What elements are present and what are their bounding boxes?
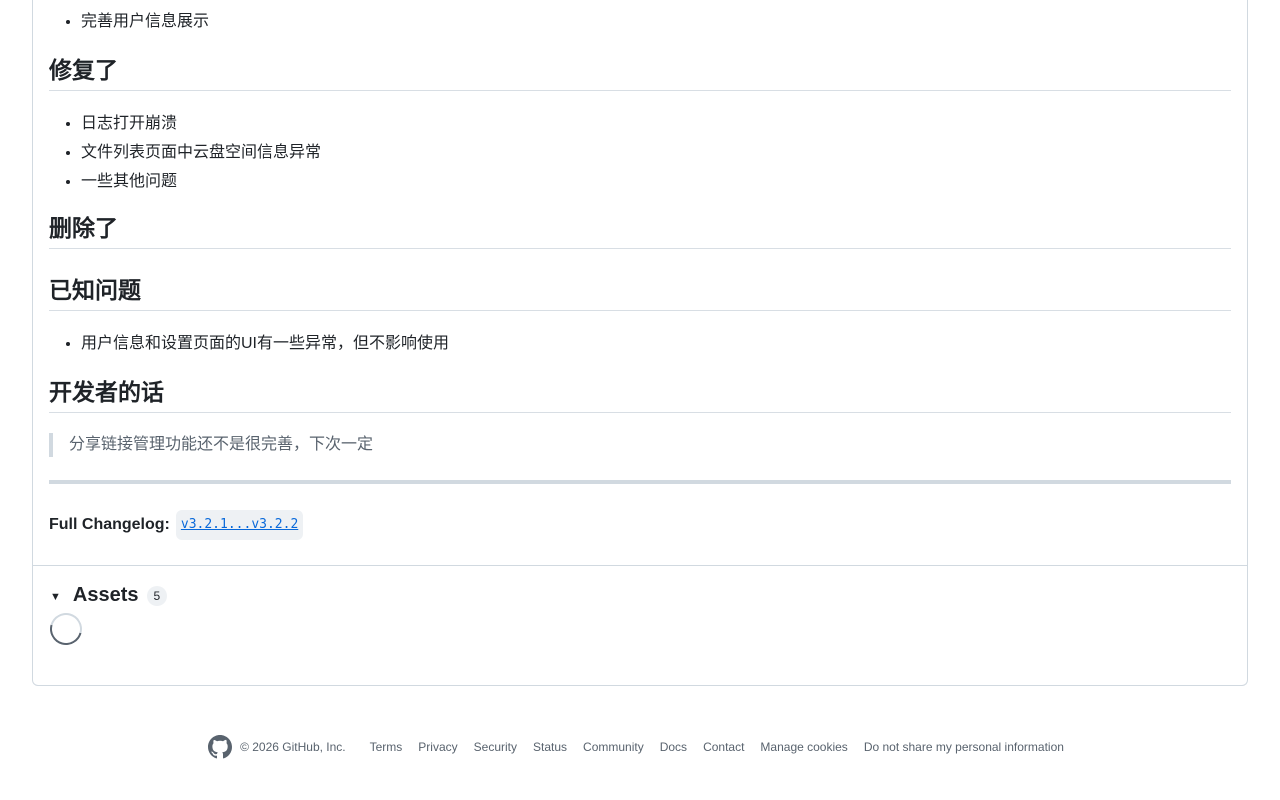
- removed-heading: 删除了: [49, 214, 1231, 249]
- caret-down-icon: ▼: [50, 590, 61, 603]
- changelog-code: v3.2.1...v3.2.2: [175, 510, 304, 540]
- list-item: 用户信息和设置页面的UI有一些异常，但不影响使用: [81, 329, 1231, 358]
- horizontal-rule: [49, 480, 1231, 484]
- footer-link-status[interactable]: Status: [533, 740, 567, 754]
- footer-link-manage-cookies[interactable]: Manage cookies: [760, 740, 847, 754]
- dev-notes-heading: 开发者的话: [49, 378, 1231, 413]
- changelog-compare-link[interactable]: v3.2.1...v3.2.2: [181, 517, 298, 532]
- footer-link-do-not-share[interactable]: Do not share my personal information: [864, 740, 1064, 754]
- assets-count-badge: 5: [146, 585, 168, 606]
- loading-spinner-icon: [44, 607, 88, 651]
- fixed-heading: 修复了: [49, 56, 1231, 91]
- full-changelog: Full Changelog: v3.2.1...v3.2.2: [49, 510, 304, 540]
- fixed-list: 日志打开崩溃 文件列表页面中云盘空间信息异常 一些其他问题: [49, 109, 1231, 196]
- footer-link-contact[interactable]: Contact: [703, 740, 744, 754]
- footer-link-security[interactable]: Security: [474, 740, 517, 754]
- known-issues-list: 用户信息和设置页面的UI有一些异常，但不影响使用: [49, 329, 1231, 358]
- assets-divider: [33, 565, 1247, 566]
- list-item: 日志打开崩溃: [81, 109, 1231, 138]
- changelog-label: Full Changelog:: [49, 516, 170, 533]
- assets-toggle[interactable]: ▼ Assets 5: [50, 584, 168, 607]
- list-item: 文件列表页面中云盘空间信息异常: [81, 138, 1231, 167]
- assets-title: Assets: [72, 584, 139, 606]
- list-item: 完善用户信息展示: [81, 7, 1231, 36]
- release-card: 完善用户信息展示 修复了 日志打开崩溃 文件列表页面中云盘空间信息异常 一些其他…: [32, 0, 1248, 686]
- known-issues-heading: 已知问题: [49, 276, 1231, 311]
- footer-link-docs[interactable]: Docs: [660, 740, 687, 754]
- site-footer: © 2026 GitHub, Inc. Terms Privacy Securi…: [0, 734, 1280, 760]
- footer-link-privacy[interactable]: Privacy: [418, 740, 457, 754]
- footer-link-terms[interactable]: Terms: [370, 740, 403, 754]
- footer-link-community[interactable]: Community: [583, 740, 644, 754]
- footer-copyright: © 2026 GitHub, Inc.: [240, 740, 346, 754]
- list-item: 一些其他问题: [81, 167, 1231, 196]
- github-logo-icon[interactable]: [208, 735, 233, 759]
- dev-notes-quote: 分享链接管理功能还不是很完善，下次一定: [49, 433, 1231, 457]
- feature-list: 完善用户信息展示: [49, 7, 1231, 36]
